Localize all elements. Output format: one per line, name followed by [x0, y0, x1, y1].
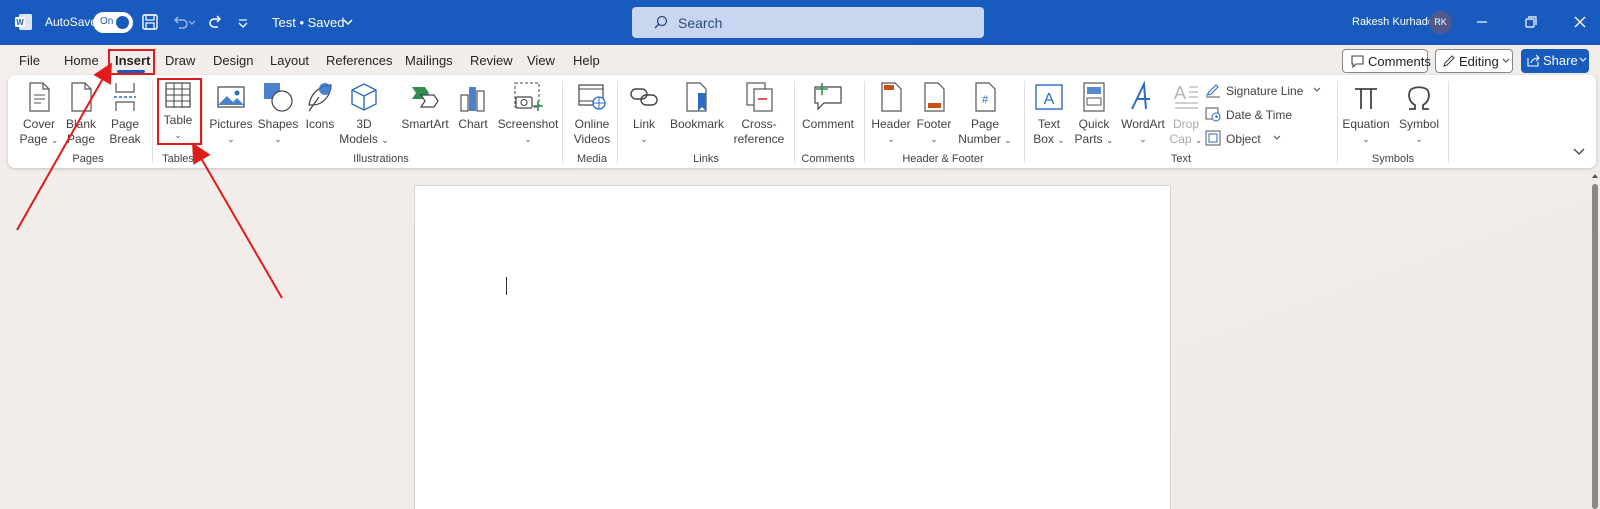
annotation-arrows: [16, 62, 283, 299]
arrow-to-insert-tab: [16, 62, 112, 231]
arrow-to-table-button: [191, 142, 283, 299]
